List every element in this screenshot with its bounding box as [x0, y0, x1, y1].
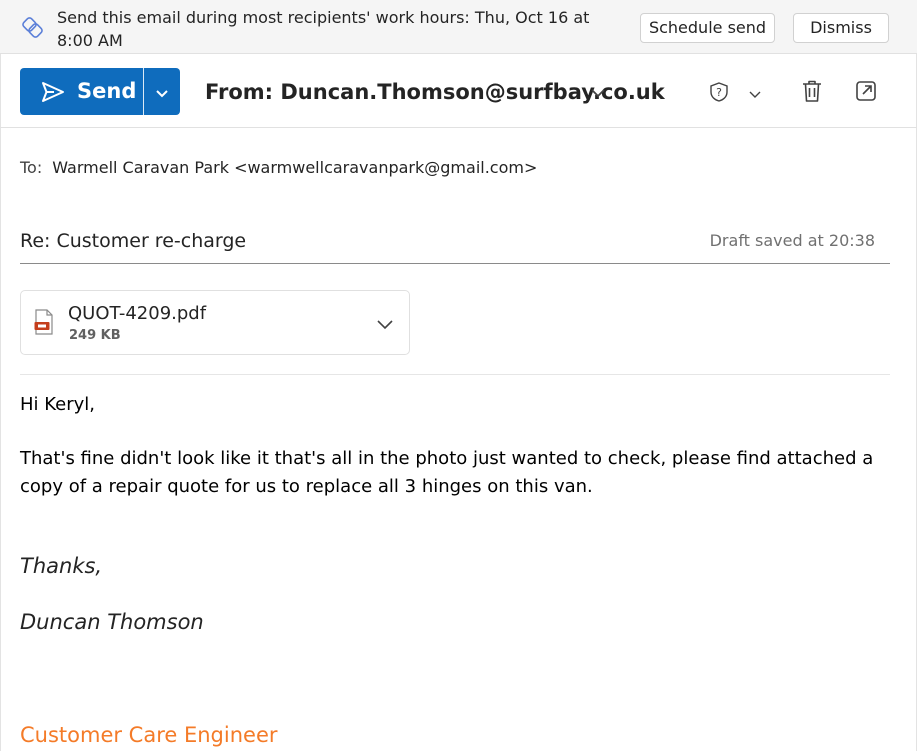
banner-message: Send this email during most recipients' …: [57, 8, 590, 50]
recipient-chip[interactable]: Warmell Caravan Park <warmwellcaravanpar…: [52, 158, 537, 177]
trash-icon[interactable]: [799, 78, 825, 108]
pdf-file-icon: [34, 309, 54, 339]
signature-name[interactable]: Duncan Thomson: [20, 608, 204, 636]
to-field[interactable]: To: Warmell Caravan Park <warmwellcaravan…: [20, 156, 537, 180]
divider: [20, 374, 890, 375]
schedule-icon: [20, 15, 46, 41]
send-arrow-icon: [40, 79, 66, 109]
greeting[interactable]: Hi Keryl,: [20, 391, 890, 419]
dismiss-button[interactable]: Dismiss: [793, 13, 889, 43]
chevron-down-icon[interactable]: [590, 85, 606, 104]
signoff[interactable]: Thanks,: [20, 552, 102, 580]
svg-text:?: ?: [716, 86, 722, 99]
send-split-button: Send: [20, 68, 180, 115]
subject-field[interactable]: Re: Customer re-charge Draft saved at 20…: [20, 227, 890, 264]
to-label: To:: [20, 158, 43, 177]
pop-out-icon[interactable]: [854, 79, 878, 107]
schedule-suggestion-banner: Send this email during most recipients' …: [0, 0, 917, 54]
chevron-down-icon: [154, 85, 170, 104]
sensitivity-icon[interactable]: ?: [708, 81, 730, 107]
attachment-name: QUOT-4209.pdf: [68, 303, 207, 324]
body-paragraph[interactable]: That's fine didn't look like it that's a…: [20, 445, 900, 501]
chevron-down-icon[interactable]: [376, 316, 394, 335]
send-label: Send: [77, 79, 137, 103]
attachment-card[interactable]: QUOT-4209.pdf 249 KB: [20, 290, 410, 355]
send-options-button[interactable]: [144, 68, 180, 115]
signature-role[interactable]: Customer Care Engineer: [20, 721, 278, 749]
chevron-down-icon[interactable]: [748, 86, 762, 105]
subject-text[interactable]: Re: Customer re-charge: [20, 227, 246, 255]
draft-status: Draft saved at 20:38: [709, 231, 875, 250]
attachment-size: 249 KB: [69, 328, 121, 343]
schedule-send-button[interactable]: Schedule send: [640, 13, 775, 43]
send-button[interactable]: Send: [20, 68, 143, 115]
